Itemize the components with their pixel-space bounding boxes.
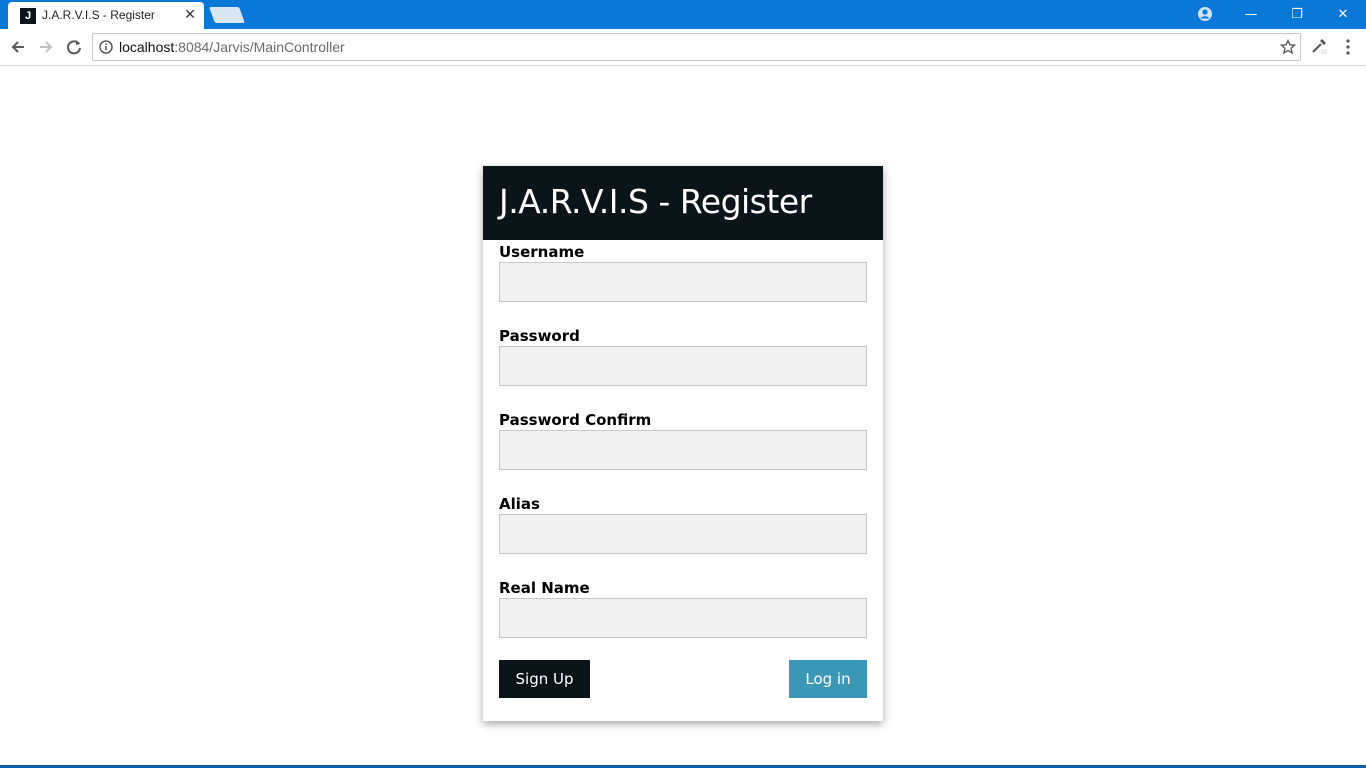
profile-icon[interactable] <box>1197 6 1213 22</box>
tab-favicon: J <box>20 8 36 24</box>
real-name-input[interactable] <box>499 598 867 638</box>
password-label: Password <box>499 327 580 345</box>
password-confirm-label: Password Confirm <box>499 411 652 429</box>
minimize-button[interactable]: — <box>1228 0 1274 29</box>
alias-label: Alias <box>499 495 540 513</box>
register-card: J.A.R.V.I.S - Register Username Password… <box>483 166 883 721</box>
close-window-button[interactable]: ✕ <box>1320 0 1366 29</box>
eyedropper-icon[interactable] <box>1310 37 1328 55</box>
star-icon[interactable] <box>1280 39 1296 55</box>
tab-close-icon[interactable]: ✕ <box>182 6 198 24</box>
address-bar[interactable]: localhost:8084/Jarvis/MainController <box>92 33 1301 61</box>
page-title: J.A.R.V.I.S - Register <box>499 182 812 221</box>
back-arrow-icon[interactable] <box>7 36 29 58</box>
new-tab-button[interactable] <box>209 7 245 23</box>
url-host: localhost <box>119 39 175 55</box>
address-url: localhost:8084/Jarvis/MainController <box>119 39 345 55</box>
info-icon[interactable] <box>99 40 113 54</box>
card-header: J.A.R.V.I.S - Register <box>483 166 883 240</box>
kebab-menu-icon[interactable] <box>1342 38 1354 56</box>
url-path: :8084/Jarvis/MainController <box>174 39 345 55</box>
browser-tab[interactable]: J J.A.R.V.I.S - Register ✕ <box>8 2 204 29</box>
log-in-button[interactable]: Log in <box>789 660 867 698</box>
username-input[interactable] <box>499 262 867 302</box>
forward-arrow-icon[interactable] <box>35 36 57 58</box>
username-label: Username <box>499 243 585 261</box>
reload-icon[interactable] <box>63 36 85 58</box>
restore-button[interactable]: ❐ <box>1274 0 1320 29</box>
alias-input[interactable] <box>499 514 867 554</box>
browser-toolbar: localhost:8084/Jarvis/MainController <box>0 29 1366 66</box>
sign-up-button[interactable]: Sign Up <box>499 660 590 698</box>
tab-title: J.A.R.V.I.S - Register <box>42 8 155 22</box>
browser-titlebar: J J.A.R.V.I.S - Register ✕ — ❐ ✕ <box>0 0 1366 29</box>
real-name-label: Real Name <box>499 579 590 597</box>
password-input[interactable] <box>499 346 867 386</box>
password-confirm-input[interactable] <box>499 430 867 470</box>
